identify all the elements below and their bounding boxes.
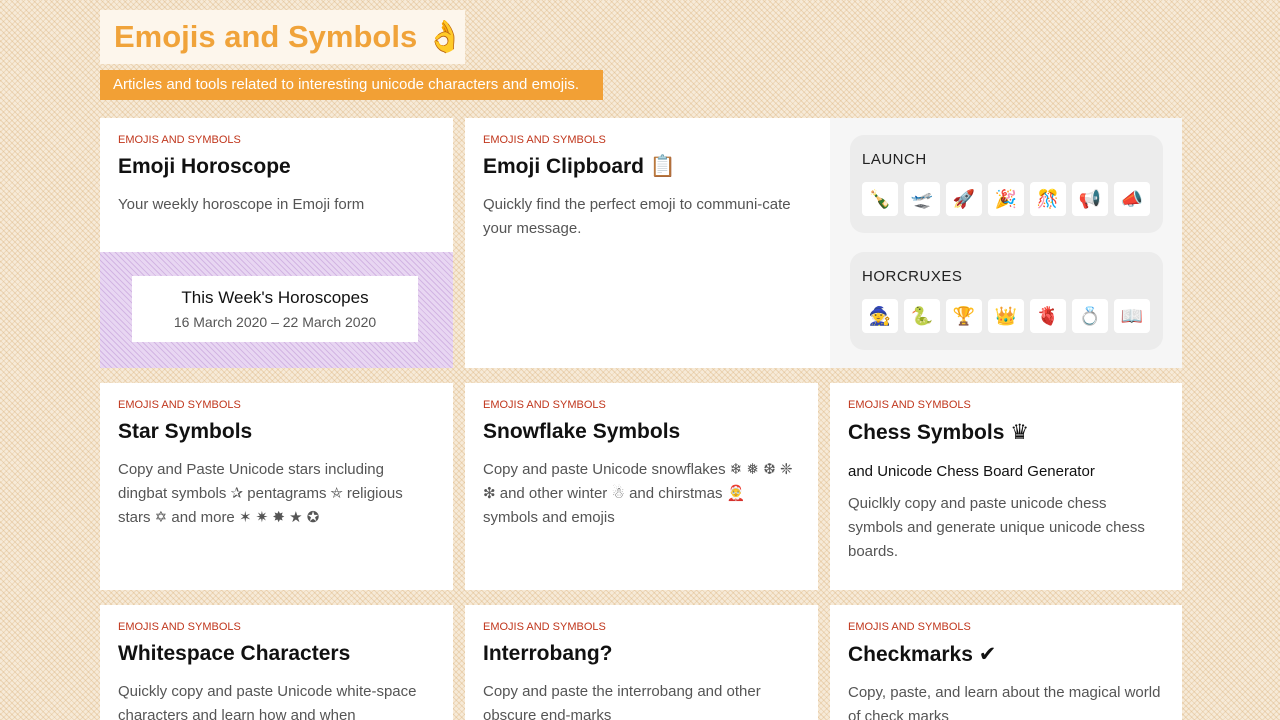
card-description: Quiclkly copy and paste unicode chess sy…	[848, 495, 1145, 560]
emoji-cell[interactable]: 💍	[1072, 299, 1108, 333]
emoji-cell[interactable]: 📢	[1072, 182, 1108, 216]
card-description: Copy, paste, and learn about the magical…	[848, 684, 1161, 720]
emoji-cell[interactable]: 👑	[988, 299, 1024, 333]
card-tag[interactable]: EMOJIS AND SYMBOLS	[848, 621, 1164, 633]
emoji-cell[interactable]: 🚀	[946, 182, 982, 216]
emoji-cell[interactable]: 📣	[1114, 182, 1150, 216]
card-interrobang[interactable]: EMOJIS AND SYMBOLS Interrobang? Copy and…	[465, 605, 818, 720]
clipboard-panel: LAUNCH 🍾 🛫 🚀 🎉 🎊 📢 📣 HORCRUXES 🧙 🐍 🏆 👑 🫀…	[830, 118, 1182, 368]
card-tag[interactable]: EMOJIS AND SYMBOLS	[118, 399, 435, 411]
card-description: Copy and paste the interrobang and other…	[483, 683, 761, 720]
emoji-group-title: HORCRUXES	[862, 268, 963, 285]
emoji-cell[interactable]: 🍾	[862, 182, 898, 216]
card-title[interactable]: Checkmarks ✔	[848, 642, 1164, 667]
card-checkmarks[interactable]: EMOJIS AND SYMBOLS Checkmarks ✔ Copy, pa…	[830, 605, 1182, 720]
emoji-cell[interactable]: 🎉	[988, 182, 1024, 216]
emoji-cell[interactable]: 🧙	[862, 299, 898, 333]
card-description: Your weekly horoscope in Emoji form	[118, 196, 365, 213]
card-title[interactable]: Star Symbols	[118, 420, 435, 444]
card-title[interactable]: Interrobang?	[483, 642, 800, 666]
emoji-cell[interactable]: 🎊	[1030, 182, 1066, 216]
card-description: Copy and Paste Unicode stars including d…	[118, 461, 403, 526]
card-title[interactable]: Emoji Horoscope	[118, 155, 435, 179]
card-title[interactable]: Emoji Clipboard 📋	[483, 155, 812, 179]
hero-subtitle: Articles and tools related to interestin…	[100, 70, 603, 100]
card-tag[interactable]: EMOJIS AND SYMBOLS	[483, 399, 800, 411]
emoji-cell[interactable]: 🫀	[1030, 299, 1066, 333]
card-title[interactable]: Whitespace Characters	[118, 642, 435, 666]
emoji-cell[interactable]: 🛫	[904, 182, 940, 216]
card-subtitle: and Unicode Chess Board Generator	[848, 463, 1095, 480]
emoji-group-launch: LAUNCH 🍾 🛫 🚀 🎉 🎊 📢 📣	[850, 135, 1163, 233]
emoji-group-title: LAUNCH	[862, 151, 927, 168]
emoji-cell[interactable]: 🏆	[946, 299, 982, 333]
card-tag[interactable]: EMOJIS AND SYMBOLS	[483, 134, 812, 146]
card-tag[interactable]: EMOJIS AND SYMBOLS	[848, 399, 1164, 411]
card-title[interactable]: Chess Symbols ♛	[848, 420, 1164, 445]
horoscope-banner: This Week's Horoscopes 16 March 2020 – 2…	[100, 252, 453, 368]
card-chess-symbols[interactable]: EMOJIS AND SYMBOLS Chess Symbols ♛ and U…	[830, 383, 1182, 590]
horoscope-week-box[interactable]: This Week's Horoscopes 16 March 2020 – 2…	[132, 276, 418, 342]
card-whitespace-characters[interactable]: EMOJIS AND SYMBOLS Whitespace Characters…	[100, 605, 453, 720]
card-description: Quickly find the perfect emoji to commun…	[483, 196, 791, 237]
horoscope-box-title: This Week's Horoscopes	[181, 288, 369, 307]
card-snowflake-symbols[interactable]: EMOJIS AND SYMBOLS Snowflake Symbols Cop…	[465, 383, 818, 590]
emoji-cell[interactable]: 📖	[1114, 299, 1150, 333]
card-tag[interactable]: EMOJIS AND SYMBOLS	[483, 621, 800, 633]
card-emoji-horoscope[interactable]: EMOJIS AND SYMBOLS Emoji Horoscope Your …	[100, 118, 453, 368]
hero-title: Emojis and Symbols 👌	[100, 10, 465, 64]
emoji-cell[interactable]: 🐍	[904, 299, 940, 333]
horoscope-box-date: 16 March 2020 – 22 March 2020	[173, 314, 377, 330]
card-emoji-clipboard[interactable]: EMOJIS AND SYMBOLS Emoji Clipboard 📋 Qui…	[465, 118, 830, 368]
card-description: Copy and paste Unicode snowflakes ❄ ❅ ❆ …	[483, 461, 793, 526]
card-tag[interactable]: EMOJIS AND SYMBOLS	[118, 134, 435, 146]
emoji-group-horcruxes: HORCRUXES 🧙 🐍 🏆 👑 🫀 💍 📖	[850, 252, 1163, 350]
card-title[interactable]: Snowflake Symbols	[483, 420, 800, 444]
card-star-symbols[interactable]: EMOJIS AND SYMBOLS Star Symbols Copy and…	[100, 383, 453, 590]
card-description: Quickly copy and paste Unicode white-spa…	[118, 683, 417, 720]
card-tag[interactable]: EMOJIS AND SYMBOLS	[118, 621, 435, 633]
